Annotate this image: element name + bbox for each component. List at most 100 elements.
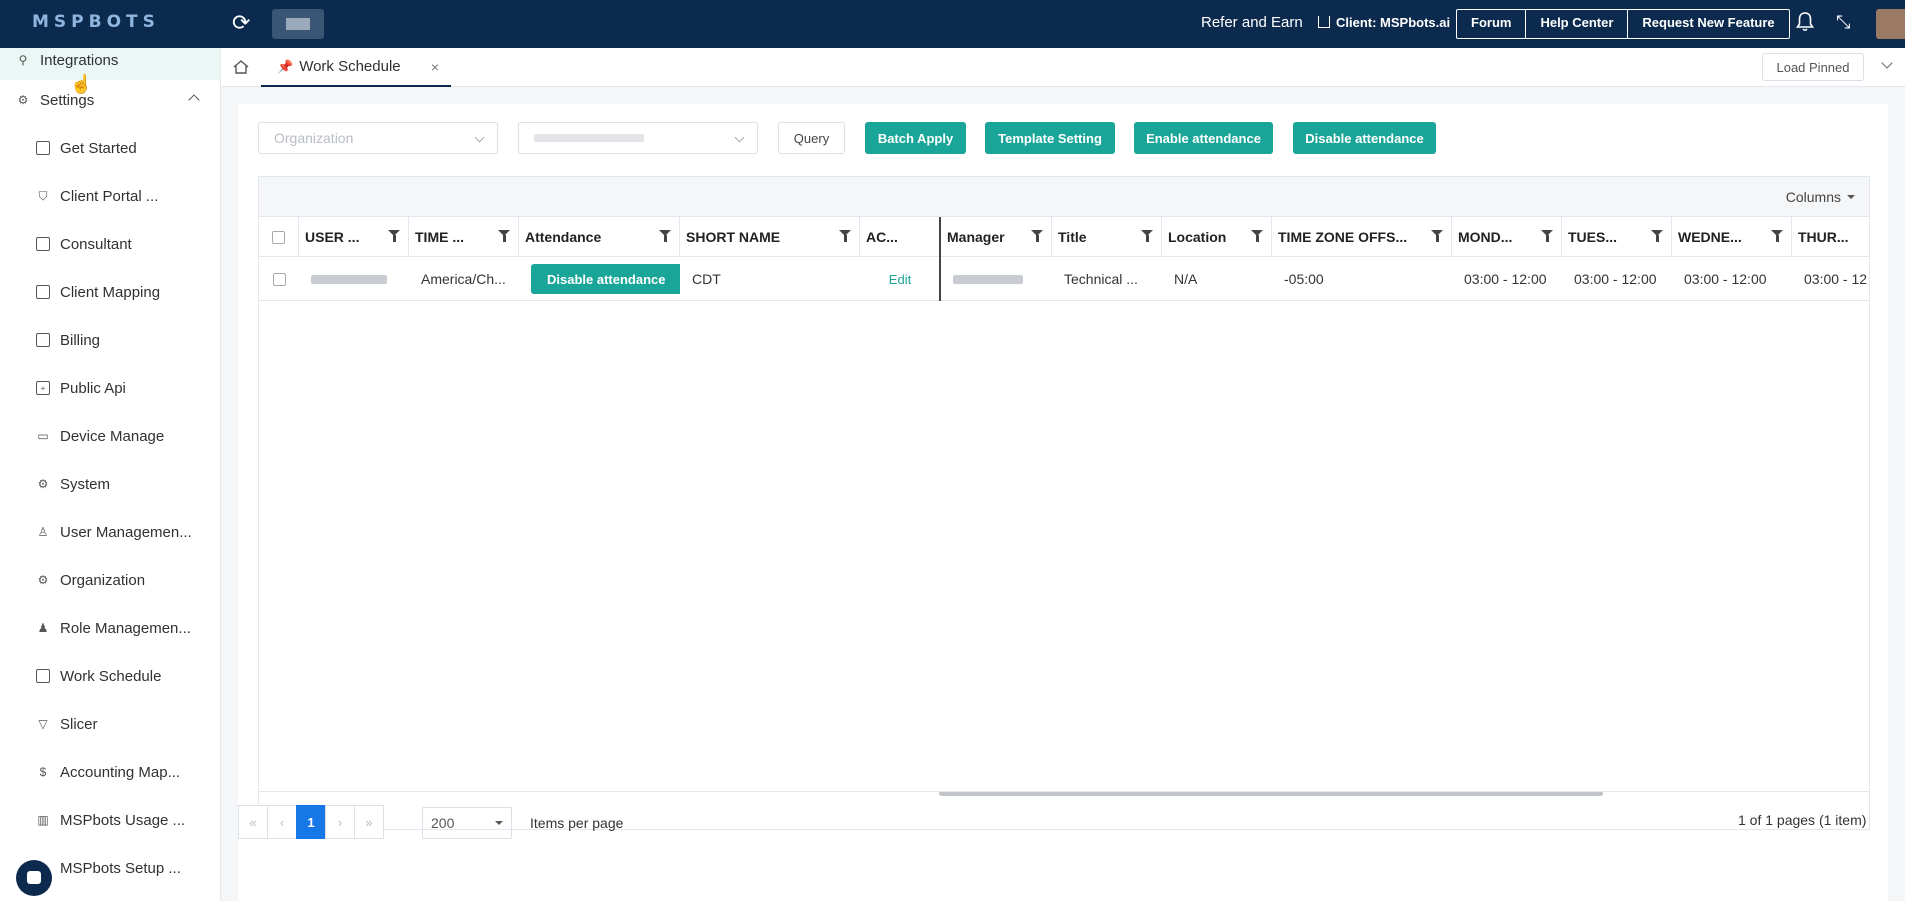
filter-icon[interactable]	[839, 230, 851, 242]
tab-work-schedule[interactable]: 📌 Work Schedule ×	[261, 48, 451, 87]
column-header-manager[interactable]: Manager	[941, 217, 1052, 257]
enable-attendance-button[interactable]: Enable attendance	[1134, 122, 1273, 154]
disable-attendance-button[interactable]: Disable attendance	[1293, 122, 1436, 154]
mspbots-logo[interactable]: MSPBOTS	[32, 12, 160, 32]
grid-toolbar: Columns	[259, 177, 1869, 217]
filter-icon[interactable]	[1251, 230, 1263, 242]
filter-icon[interactable]	[659, 230, 671, 242]
chevron-up-icon	[188, 94, 200, 106]
first-page-button[interactable]: «	[238, 805, 268, 839]
home-icon[interactable]	[233, 60, 249, 74]
sidebar-item-get-started[interactable]: Get Started	[0, 128, 220, 168]
sidebar-item-public-api[interactable]: + Public Api	[0, 368, 220, 408]
column-header-attendance[interactable]: Attendance	[519, 217, 680, 257]
items-per-page-label: Items per page	[530, 815, 624, 831]
page-1-button[interactable]: 1	[296, 805, 326, 839]
grid-header-row: USER ... TIME ... Attendance SHORT NAME …	[259, 217, 1869, 257]
sidebar-item-organization[interactable]: ⚙ Organization	[0, 560, 220, 600]
select-all-checkbox[interactable]	[259, 217, 299, 257]
chart-icon	[36, 141, 50, 155]
table-row[interactable]: America/Ch... Disable attendance CDT Edi…	[259, 257, 1869, 301]
column-header-wednesday[interactable]: WEDNE...	[1672, 217, 1792, 257]
filter-icon: ▽	[38, 717, 48, 731]
column-header-title[interactable]: Title	[1052, 217, 1162, 257]
sidebar-item-system[interactable]: ⚙ System	[0, 464, 220, 504]
column-header-thursday[interactable]: THUR...	[1792, 217, 1869, 257]
bell-icon[interactable]	[1796, 12, 1814, 32]
sidebar-item-mspbots-usage[interactable]: ▥ MSPbots Usage ...	[0, 800, 220, 840]
column-header-monday[interactable]: MOND...	[1452, 217, 1562, 257]
column-header-action[interactable]: AC...	[860, 217, 940, 257]
pinned-column-divider[interactable]	[939, 217, 941, 301]
query-button[interactable]: Query	[778, 122, 845, 154]
filter-icon[interactable]	[1771, 230, 1783, 242]
sidebar-item-client-mapping[interactable]: Client Mapping	[0, 272, 220, 312]
refer-and-earn-link[interactable]: Refer and Earn	[1201, 14, 1303, 31]
sidebar-item-label: User Managemen...	[60, 523, 192, 541]
prev-page-button[interactable]: ‹	[267, 805, 297, 839]
request-feature-button[interactable]: Request New Feature	[1628, 10, 1788, 38]
sidebar-item-consultant[interactable]: Consultant	[0, 224, 220, 264]
chevron-down-icon[interactable]	[1881, 57, 1893, 69]
work-schedule-grid: Columns USER ... TIME ... Attendance SHO…	[258, 176, 1870, 830]
gear-icon: ⚙	[17, 93, 29, 107]
tab-bar: 📌 Work Schedule × Load Pinned	[221, 48, 1905, 87]
batch-apply-button[interactable]: Batch Apply	[865, 122, 966, 154]
sidebar-item-slicer[interactable]: ▽ Slicer	[0, 704, 220, 744]
user-icon: ♙	[37, 525, 49, 539]
filter-icon[interactable]	[1031, 230, 1043, 242]
filter-icon[interactable]	[1651, 230, 1663, 242]
help-center-button[interactable]: Help Center	[1526, 10, 1629, 38]
column-header-user[interactable]: USER ...	[299, 217, 409, 257]
action-cell: Edit	[860, 257, 940, 301]
last-page-button[interactable]: »	[354, 805, 384, 839]
sidebar-item-label: Integrations	[40, 51, 119, 69]
sidebar-item-billing[interactable]: Billing	[0, 320, 220, 360]
fullscreen-icon[interactable]: ⤡	[1836, 12, 1850, 33]
column-header-location[interactable]: Location	[1162, 217, 1272, 257]
chat-icon[interactable]	[16, 860, 52, 896]
user-cell	[299, 257, 409, 301]
sidebar-item-device-manage[interactable]: ▭ Device Manage	[0, 416, 220, 456]
sidebar-item-accounting-map[interactable]: $ Accounting Map...	[0, 752, 220, 792]
column-header-tz-offset[interactable]: TIME ZONE OFFS...	[1272, 217, 1452, 257]
column-header-tuesday[interactable]: TUES...	[1562, 217, 1672, 257]
columns-button[interactable]: Columns	[1786, 189, 1856, 205]
header-label: Title	[1058, 229, 1087, 245]
template-setting-button[interactable]: Template Setting	[985, 122, 1115, 154]
avatar[interactable]	[1876, 9, 1905, 39]
row-disable-attendance-button[interactable]: Disable attendance	[531, 264, 680, 294]
filter-icon[interactable]	[498, 230, 510, 242]
user-select[interactable]	[518, 122, 758, 154]
sidebar-item-work-schedule[interactable]: Work Schedule	[0, 656, 220, 696]
row-checkbox[interactable]	[259, 257, 299, 301]
sidebar-item-client-portal[interactable]: ⛉ Client Portal ...	[0, 176, 220, 216]
sidebar-item-settings[interactable]: ⚙ Settings	[0, 80, 220, 120]
redacted-value	[534, 134, 644, 142]
column-header-short-name[interactable]: SHORT NAME	[680, 217, 860, 257]
tenant-switcher[interactable]	[272, 9, 324, 39]
forum-button[interactable]: Forum	[1457, 10, 1527, 38]
sidebar-item-label: System	[60, 475, 111, 493]
filter-icon[interactable]	[1541, 230, 1553, 242]
wednesday-cell: 03:00 - 12:00	[1684, 271, 1767, 287]
per-page-select[interactable]: 200	[422, 807, 512, 839]
mouse-cursor-icon: ☝	[70, 74, 93, 94]
next-page-button[interactable]: ›	[325, 805, 355, 839]
filter-icon[interactable]	[1141, 230, 1153, 242]
refresh-icon[interactable]: ⟳	[232, 10, 250, 36]
sidebar-item-role-management[interactable]: ♟ Role Managemen...	[0, 608, 220, 648]
header-label: USER ...	[305, 229, 360, 245]
edit-link[interactable]: Edit	[889, 272, 911, 287]
filter-icon[interactable]	[1431, 230, 1443, 242]
sidebar-item-user-management[interactable]: ♙ User Managemen...	[0, 512, 220, 552]
organization-select[interactable]: Organization	[258, 122, 498, 154]
home-icon	[1318, 16, 1330, 28]
sidebar-item-label: Work Schedule	[60, 667, 162, 685]
sidebar-item-integrations[interactable]: ⚲ Integrations	[0, 48, 220, 80]
column-header-time[interactable]: TIME ...	[409, 217, 519, 257]
close-icon[interactable]: ×	[431, 59, 439, 75]
load-pinned-button[interactable]: Load Pinned	[1762, 53, 1864, 81]
client-selector[interactable]: Client: MSPbots.ai	[1318, 15, 1450, 30]
filter-icon[interactable]	[388, 230, 400, 242]
